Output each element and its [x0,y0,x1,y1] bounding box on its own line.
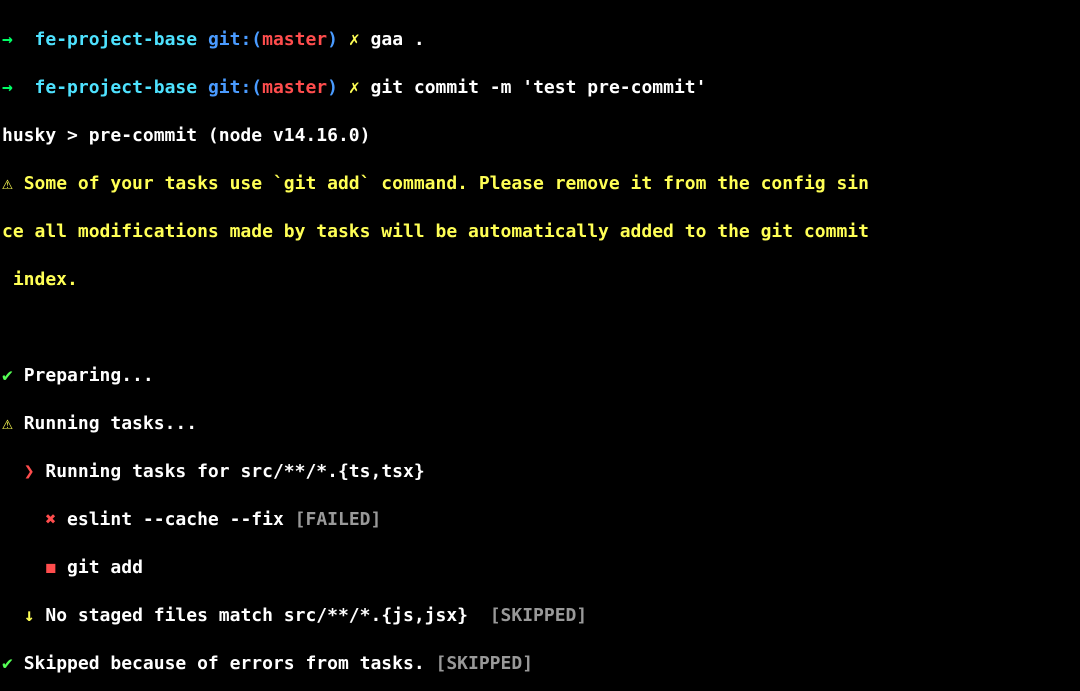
husky-start: husky > pre-commit (node v14.16.0) [2,124,1080,148]
prompt-line-2: → fe-project-base git:(master) ✗ git com… [2,76,1080,100]
terminal-output: → fe-project-base git:(master) ✗ gaa . →… [0,0,1080,691]
prompt-dirty-icon: ✗ [349,29,360,50]
prompt-git: git:( [208,77,262,98]
step-running-tasks: ⚠ Running tasks... [2,412,1080,436]
fail-icon: ✖ [45,509,56,530]
prompt-arrow-icon: → [2,77,13,98]
prompt-folder: fe-project-base [35,77,198,98]
blank [2,316,1080,340]
subtask-ts: ❯ Running tasks for src/**/*.{ts,tsx} [2,460,1080,484]
prompt-arrow-icon: → [2,29,13,50]
down-arrow-icon: ↓ [24,605,35,626]
warning-text-2: ce all modifications made by tasks will … [2,220,1080,244]
command-2: git commit -m 'test pre-commit' [371,77,707,98]
prompt-line-1: → fe-project-base git:(master) ✗ gaa . [2,28,1080,52]
subtask-skipped-js: ↓ No staged files match src/**/*.{js,jsx… [2,604,1080,628]
prompt-branch: master [262,29,327,50]
warn-icon: ⚠ [2,413,13,434]
prompt-folder: fe-project-base [35,29,198,50]
prompt-branch: master [262,77,327,98]
check-icon: ✔ [2,653,13,674]
warning-text-3: index. [2,268,1080,292]
square-icon: ◼ [45,557,56,578]
step-preparing: ✔ Preparing... [2,364,1080,388]
step-skipped-errors: ✔ Skipped because of errors from tasks. … [2,652,1080,676]
subtask-eslint-failed: ✖ eslint --cache --fix [FAILED] [2,508,1080,532]
command-1: gaa . [371,29,425,50]
subtask-git-add: ◼ git add [2,556,1080,580]
warning-text-1: Some of your tasks use `git add` command… [24,173,869,194]
warn-icon: ⚠ [2,173,13,194]
check-icon: ✔ [2,365,13,386]
prompt-dirty-icon: ✗ [349,77,360,98]
prompt-git-close: ) [327,77,338,98]
spinner-icon: ❯ [24,461,35,482]
prompt-git: git:( [208,29,262,50]
warning-line-1: ⚠ Some of your tasks use `git add` comma… [2,172,1080,196]
prompt-git-close: ) [327,29,338,50]
